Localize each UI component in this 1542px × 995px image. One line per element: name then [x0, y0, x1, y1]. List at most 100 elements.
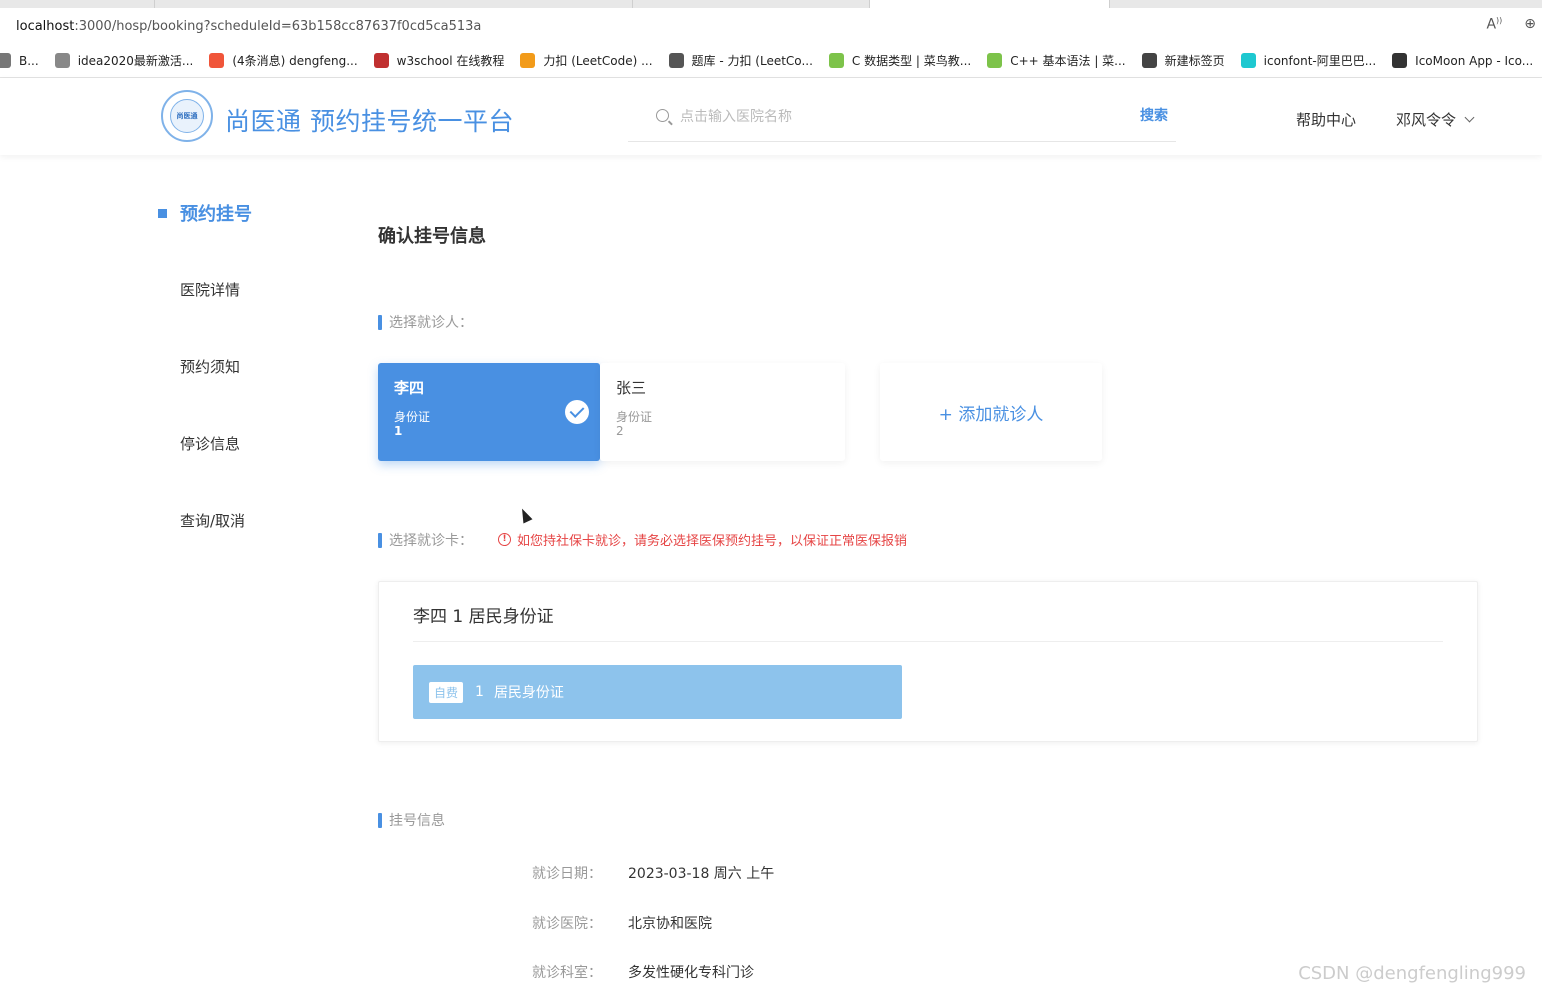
- bookmark-favicon-icon: [987, 53, 1003, 68]
- zoom-icon[interactable]: ⊕: [1524, 16, 1536, 33]
- nav-item-label: 预约挂号: [180, 204, 252, 225]
- browser-tab-active[interactable]: [870, 0, 1110, 8]
- info-label: 就诊医院：: [532, 916, 602, 932]
- bookmark-item[interactable]: IcoMoon App - Ico...: [1392, 53, 1533, 68]
- card-label: 居民身份证: [493, 685, 564, 701]
- section-label-text: 挂号信息: [389, 813, 445, 829]
- bookmark-label: iconfont-阿里巴巴...: [1263, 54, 1377, 68]
- info-value: 多发性硬化专科门诊: [628, 965, 754, 981]
- help-center-link[interactable]: 帮助中心: [1296, 109, 1356, 130]
- warning-icon: !: [498, 533, 511, 546]
- bookmark-item[interactable]: iconfont-阿里巴巴...: [1240, 52, 1377, 69]
- logo-icon[interactable]: 尚医通: [161, 90, 213, 142]
- patient-id-type: 身份证: [394, 410, 431, 424]
- bookmark-favicon-icon: [54, 53, 70, 68]
- browser-tab-strip: [0, 0, 1542, 8]
- bookmark-item[interactable]: 题库 - 力扣 (LeetCo...: [668, 52, 813, 69]
- bookmark-item[interactable]: 新建标签页: [1141, 52, 1225, 69]
- info-label: 就诊科室：: [532, 965, 602, 981]
- info-row-department: 就诊科室： 多发性硬化专科门诊: [532, 962, 754, 982]
- bookmark-favicon-icon: [1392, 53, 1408, 68]
- card-option[interactable]: 自费 1 居民身份证: [413, 665, 902, 719]
- bookmark-label: 题库 - 力扣 (LeetCo...: [691, 54, 813, 68]
- section-bar: [378, 812, 382, 828]
- search-icon: [656, 109, 669, 122]
- url-path: :3000/hosp/booking?scheduleId=63b158cc87…: [74, 18, 482, 34]
- bookmark-label: w3school 在线教程: [396, 54, 505, 68]
- info-row-hospital: 就诊医院： 北京协和医院: [532, 913, 712, 933]
- patient-name: 张三: [616, 379, 647, 397]
- address-bar[interactable]: localhost:3000/hosp/booking?scheduleId=6…: [0, 8, 1542, 44]
- patient-card-selected[interactable]: 李四 身份证 1: [378, 363, 600, 461]
- card-number: 1: [475, 684, 484, 700]
- search-bar: 搜索: [628, 100, 1176, 142]
- browser-tab[interactable]: [0, 0, 155, 8]
- info-value: 2023-03-18 周六 上午: [628, 866, 775, 882]
- add-patient-button[interactable]: + 添加就诊人: [880, 363, 1102, 461]
- bookmark-favicon-icon: [209, 53, 225, 68]
- logo-text: 尚医通: [170, 99, 204, 133]
- chevron-down-icon: [1464, 112, 1475, 123]
- patient-name: 李四: [394, 379, 425, 397]
- bookmark-favicon-icon: [828, 53, 844, 68]
- section-bar: [378, 314, 382, 330]
- nav-item-suspension-info[interactable]: 停诊信息: [180, 433, 240, 454]
- user-name: 邓风令令: [1396, 111, 1457, 129]
- self-pay-badge: 自费: [429, 681, 464, 703]
- card-warning: ! 如您持社保卡就诊，请务必选择医保预约挂号，以保证正常医保报销: [498, 530, 907, 549]
- patient-id-type: 身份证: [616, 410, 653, 424]
- bookmark-favicon-icon: [668, 53, 684, 68]
- site-title[interactable]: 尚医通 预约挂号统一平台: [225, 102, 514, 138]
- read-aloud-icon[interactable]: A)): [1486, 16, 1502, 33]
- bookmark-item[interactable]: idea2020最新激活...: [54, 52, 194, 69]
- bookmark-item[interactable]: 力扣 (LeetCode) ...: [520, 52, 653, 69]
- card-panel-title: 李四 1 居民身份证: [413, 607, 554, 627]
- browser-tab[interactable]: [633, 0, 870, 8]
- info-row-date: 就诊日期： 2023-03-18 周六 上午: [532, 863, 774, 883]
- bookmark-favicon-icon: [1240, 53, 1256, 68]
- warning-text: 如您持社保卡就诊，请务必选择医保预约挂号，以保证正常医保报销: [517, 534, 908, 549]
- user-menu[interactable]: 邓风令令: [1396, 109, 1475, 130]
- bookmark-label: (4条消息) dengfeng...: [232, 54, 358, 68]
- url-host: localhost: [16, 18, 75, 34]
- patient-id-no: 2: [616, 424, 624, 438]
- patient-section-label: 选择就诊人：: [378, 312, 473, 332]
- watermark: CSDN @dengfengling999: [1298, 963, 1526, 984]
- card-selection-panel: 李四 1 居民身份证 自费 1 居民身份证: [378, 581, 1478, 742]
- nav-item-hospital-detail[interactable]: 医院详情: [180, 279, 240, 300]
- bookmark-favicon-icon: [520, 53, 536, 68]
- section-bar: [378, 532, 382, 548]
- patient-id-no: 1: [394, 424, 403, 438]
- section-label-text: 选择就诊人：: [389, 315, 473, 331]
- bookmark-label: C 数据类型 | 菜鸟教...: [851, 54, 972, 68]
- bookmark-label: idea2020最新激活...: [77, 54, 194, 68]
- divider: [413, 641, 1443, 642]
- page-title: 确认挂号信息: [378, 226, 486, 247]
- bookmark-item[interactable]: C++ 基本语法 | 菜...: [987, 52, 1126, 69]
- active-marker-icon: [158, 208, 167, 218]
- booking-section-label: 挂号信息: [378, 810, 445, 830]
- bookmark-item[interactable]: C 数据类型 | 菜鸟教...: [828, 52, 972, 69]
- info-value: 北京协和医院: [628, 916, 712, 932]
- bookmark-item[interactable]: w3school 在线教程: [373, 52, 505, 69]
- bookmark-label: C++ 基本语法 | 菜...: [1010, 54, 1126, 68]
- card-section-label: 选择就诊卡：: [378, 530, 473, 550]
- check-icon: [565, 400, 589, 424]
- bookmark-label: IcoMoon App - Ico...: [1415, 53, 1534, 68]
- patient-card[interactable]: 张三 身份证 2: [600, 363, 845, 461]
- nav-item-query-cancel[interactable]: 查询/取消: [180, 510, 245, 531]
- bookmarks-bar: B... idea2020最新激活... (4条消息) dengfeng... w3s…: [0, 44, 1542, 78]
- nav-item-booking-notice[interactable]: 预约须知: [180, 356, 240, 377]
- section-label-text: 选择就诊卡：: [389, 533, 473, 549]
- bookmark-label: 力扣 (LeetCode) ...: [543, 54, 653, 68]
- search-input[interactable]: [680, 106, 1100, 128]
- nav-item-booking[interactable]: 预约挂号: [158, 200, 252, 226]
- bookmark-item[interactable]: (4条消息) dengfeng...: [209, 52, 358, 69]
- browser-tab[interactable]: [155, 0, 633, 8]
- bookmark-favicon-icon: [373, 53, 389, 68]
- bookmark-favicon-icon: [0, 53, 11, 68]
- bookmark-item[interactable]: B...: [0, 53, 39, 68]
- bookmark-favicon-icon: [1141, 53, 1157, 68]
- mouse-cursor-icon: [517, 506, 533, 524]
- search-button[interactable]: 搜索: [1140, 105, 1168, 125]
